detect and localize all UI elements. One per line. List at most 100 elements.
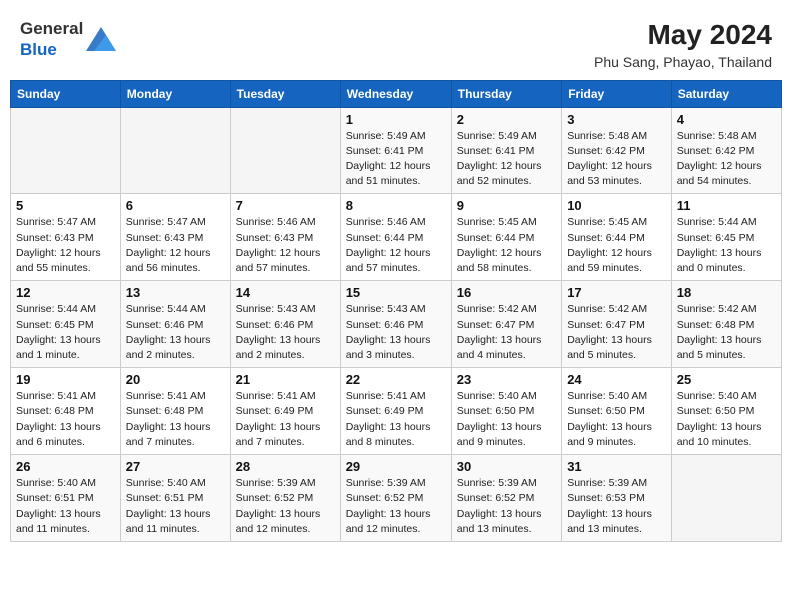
calendar-cell: 22 Sunrise: 5:41 AM Sunset: 6:49 PM Dayli… [340,368,451,455]
day-info: Sunrise: 5:42 AM Sunset: 6:47 PM Dayligh… [457,302,556,363]
calendar-cell: 21 Sunrise: 5:41 AM Sunset: 6:49 PM Dayli… [230,368,340,455]
day-number: 4 [677,112,776,127]
day-info: Sunrise: 5:39 AM Sunset: 6:52 PM Dayligh… [346,476,446,537]
calendar-cell: 25 Sunrise: 5:40 AM Sunset: 6:50 PM Dayli… [671,368,781,455]
day-info: Sunrise: 5:45 AM Sunset: 6:44 PM Dayligh… [457,215,556,276]
day-info: Sunrise: 5:41 AM Sunset: 6:49 PM Dayligh… [346,389,446,450]
title-block: May 2024 Phu Sang, Phayao, Thailand [594,18,772,70]
day-info: Sunrise: 5:42 AM Sunset: 6:48 PM Dayligh… [677,302,776,363]
header-day-friday: Friday [562,80,672,107]
calendar-cell: 10Sunrise: 5:45 AM Sunset: 6:44 PM Dayli… [562,194,672,281]
day-info: Sunrise: 5:49 AM Sunset: 6:41 PM Dayligh… [457,129,556,190]
calendar-cell: 15 Sunrise: 5:43 AM Sunset: 6:46 PM Dayli… [340,281,451,368]
day-number: 22 [346,372,446,387]
day-info: Sunrise: 5:43 AM Sunset: 6:46 PM Dayligh… [346,302,446,363]
day-info: Sunrise: 5:39 AM Sunset: 6:52 PM Dayligh… [236,476,335,537]
day-number: 31 [567,459,666,474]
logo-general-text: General [20,19,83,38]
day-number: 1 [346,112,446,127]
day-number: 11 [677,198,776,213]
calendar-cell: 18 Sunrise: 5:42 AM Sunset: 6:48 PM Dayli… [671,281,781,368]
day-number: 20 [126,372,225,387]
day-info: Sunrise: 5:41 AM Sunset: 6:48 PM Dayligh… [126,389,225,450]
calendar-cell: 26Sunrise: 5:40 AM Sunset: 6:51 PM Dayli… [11,455,121,542]
day-number: 15 [346,285,446,300]
day-info: Sunrise: 5:39 AM Sunset: 6:52 PM Dayligh… [457,476,556,537]
day-number: 21 [236,372,335,387]
header-day-tuesday: Tuesday [230,80,340,107]
calendar-cell: 27Sunrise: 5:40 AM Sunset: 6:51 PM Dayli… [120,455,230,542]
day-number: 12 [16,285,115,300]
day-info: Sunrise: 5:40 AM Sunset: 6:51 PM Dayligh… [16,476,115,537]
calendar-cell: 2Sunrise: 5:49 AM Sunset: 6:41 PM Daylig… [451,107,561,194]
header-day-thursday: Thursday [451,80,561,107]
calendar-cell: 11 Sunrise: 5:44 AM Sunset: 6:45 PM Dayli… [671,194,781,281]
calendar-cell: 9 Sunrise: 5:45 AM Sunset: 6:44 PM Daylig… [451,194,561,281]
week-row-4: 26Sunrise: 5:40 AM Sunset: 6:51 PM Dayli… [11,455,782,542]
day-number: 27 [126,459,225,474]
day-info: Sunrise: 5:41 AM Sunset: 6:49 PM Dayligh… [236,389,335,450]
day-info: Sunrise: 5:48 AM Sunset: 6:42 PM Dayligh… [677,129,776,190]
day-number: 14 [236,285,335,300]
day-number: 28 [236,459,335,474]
calendar-cell: 14 Sunrise: 5:43 AM Sunset: 6:46 PM Dayli… [230,281,340,368]
day-number: 25 [677,372,776,387]
calendar-cell [230,107,340,194]
day-number: 23 [457,372,556,387]
calendar-cell: 4 Sunrise: 5:48 AM Sunset: 6:42 PM Daylig… [671,107,781,194]
calendar-table: SundayMondayTuesdayWednesdayThursdayFrid… [10,80,782,542]
day-info: Sunrise: 5:46 AM Sunset: 6:43 PM Dayligh… [236,215,335,276]
month-year-title: May 2024 [594,18,772,52]
day-number: 29 [346,459,446,474]
calendar-cell: 13Sunrise: 5:44 AM Sunset: 6:46 PM Dayli… [120,281,230,368]
day-number: 3 [567,112,666,127]
calendar-cell: 1Sunrise: 5:49 AM Sunset: 6:41 PM Daylig… [340,107,451,194]
calendar-body: 1 Sunrise: 5:49 AM Sunset: 6:41 PM Daylig… [11,107,782,541]
calendar-cell: 7Sunrise: 5:46 AM Sunset: 6:43 PM Daylig… [230,194,340,281]
week-row-3: 19Sunrise: 5:41 AM Sunset: 6:48 PM Dayli… [11,368,782,455]
day-info: Sunrise: 5:40 AM Sunset: 6:50 PM Dayligh… [567,389,666,450]
calendar-cell: 29 Sunrise: 5:39 AM Sunset: 6:52 PM Dayli… [340,455,451,542]
calendar-cell: 20 Sunrise: 5:41 AM Sunset: 6:48 PM Dayli… [120,368,230,455]
day-number: 5 [16,198,115,213]
calendar-cell: 5Sunrise: 5:47 AM Sunset: 6:43 PM Daylig… [11,194,121,281]
calendar-cell: 23 Sunrise: 5:40 AM Sunset: 6:50 PM Dayli… [451,368,561,455]
day-info: Sunrise: 5:41 AM Sunset: 6:48 PM Dayligh… [16,389,115,450]
day-number: 9 [457,198,556,213]
logo-icon [86,27,116,51]
day-number: 18 [677,285,776,300]
calendar-cell [11,107,121,194]
header-row: SundayMondayTuesdayWednesdayThursdayFrid… [11,80,782,107]
calendar-header: SundayMondayTuesdayWednesdayThursdayFrid… [11,80,782,107]
calendar-cell [671,455,781,542]
day-number: 6 [126,198,225,213]
day-info: Sunrise: 5:44 AM Sunset: 6:45 PM Dayligh… [677,215,776,276]
calendar-cell: 17Sunrise: 5:42 AM Sunset: 6:47 PM Dayli… [562,281,672,368]
week-row-1: 5 Sunrise: 5:47 AM Sunset: 6:43 PM Daylig… [11,194,782,281]
calendar-cell: 8Sunrise: 5:46 AM Sunset: 6:44 PM Daylig… [340,194,451,281]
day-info: Sunrise: 5:40 AM Sunset: 6:50 PM Dayligh… [677,389,776,450]
logo: General Blue [20,18,116,60]
day-info: Sunrise: 5:44 AM Sunset: 6:45 PM Dayligh… [16,302,115,363]
day-number: 24 [567,372,666,387]
logo-blue-text: Blue [20,40,57,59]
calendar-cell: 30Sunrise: 5:39 AM Sunset: 6:52 PM Dayli… [451,455,561,542]
day-info: Sunrise: 5:47 AM Sunset: 6:43 PM Dayligh… [126,215,225,276]
calendar-cell [120,107,230,194]
calendar-cell: 28 Sunrise: 5:39 AM Sunset: 6:52 PM Dayli… [230,455,340,542]
header-day-saturday: Saturday [671,80,781,107]
day-info: Sunrise: 5:40 AM Sunset: 6:50 PM Dayligh… [457,389,556,450]
calendar-cell: 19Sunrise: 5:41 AM Sunset: 6:48 PM Dayli… [11,368,121,455]
day-info: Sunrise: 5:39 AM Sunset: 6:53 PM Dayligh… [567,476,666,537]
week-row-0: 1 Sunrise: 5:49 AM Sunset: 6:41 PM Daylig… [11,107,782,194]
header-day-wednesday: Wednesday [340,80,451,107]
day-number: 17 [567,285,666,300]
day-info: Sunrise: 5:45 AM Sunset: 6:44 PM Dayligh… [567,215,666,276]
day-info: Sunrise: 5:43 AM Sunset: 6:46 PM Dayligh… [236,302,335,363]
day-info: Sunrise: 5:48 AM Sunset: 6:42 PM Dayligh… [567,129,666,190]
calendar-cell: 24 Sunrise: 5:40 AM Sunset: 6:50 PM Dayli… [562,368,672,455]
calendar-cell: 12 Sunrise: 5:44 AM Sunset: 6:45 PM Dayli… [11,281,121,368]
week-row-2: 12 Sunrise: 5:44 AM Sunset: 6:45 PM Dayli… [11,281,782,368]
calendar-cell: 16Sunrise: 5:42 AM Sunset: 6:47 PM Dayli… [451,281,561,368]
day-info: Sunrise: 5:46 AM Sunset: 6:44 PM Dayligh… [346,215,446,276]
